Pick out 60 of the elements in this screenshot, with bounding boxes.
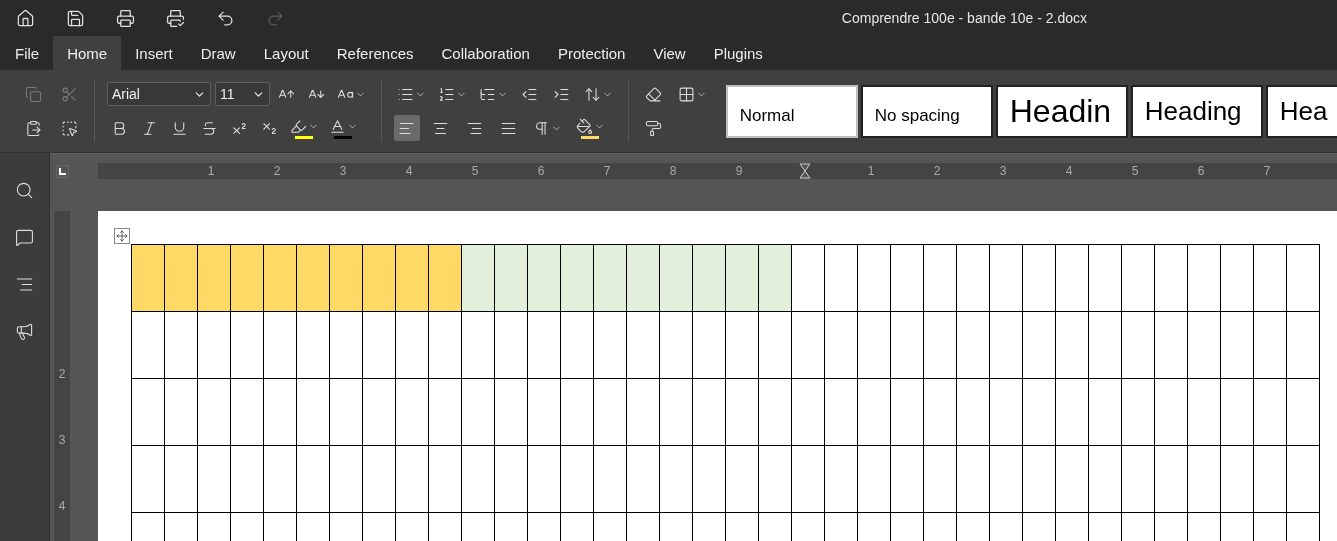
ruler-number: 4 xyxy=(404,163,414,179)
menu-tab[interactable]: Plugins xyxy=(699,36,777,70)
megaphone-icon xyxy=(15,321,34,341)
copy-icon xyxy=(24,85,42,103)
font-size-field[interactable]: 11 xyxy=(214,82,270,106)
paint-roller-icon xyxy=(645,119,663,137)
scissors-icon xyxy=(60,85,78,103)
ruler-number: 2 xyxy=(932,163,942,179)
menu-tab[interactable]: Collaboration xyxy=(427,36,544,70)
menu-tab[interactable]: Layout xyxy=(249,36,323,70)
window-title: Comprendre 100e - bande 10e - 2.docx xyxy=(841,10,1087,26)
font-color-icon xyxy=(328,117,346,135)
ruler-number: 7 xyxy=(1262,163,1272,179)
borders-icon xyxy=(677,85,695,103)
ruler-number: 3 xyxy=(998,163,1008,179)
tab-stop-icon xyxy=(59,168,66,175)
indent-marker-icon[interactable] xyxy=(797,163,813,179)
menu-tab[interactable]: Home xyxy=(53,36,122,70)
paint-bucket-icon xyxy=(575,117,593,135)
paste-icon xyxy=(24,119,42,137)
ruler-number: 5 xyxy=(470,163,480,179)
font-name-field[interactable]: Arial xyxy=(106,82,211,106)
style-preset[interactable]: Headin xyxy=(995,84,1128,138)
strikethrough-icon xyxy=(201,119,219,137)
ruler-number: 2 xyxy=(272,163,282,179)
ruler-number: 3 xyxy=(58,432,66,449)
ruler-number: 7 xyxy=(602,163,612,179)
comment-icon xyxy=(15,227,34,247)
move-icon xyxy=(116,230,128,242)
menu-tab[interactable]: File xyxy=(1,36,54,70)
ruler-number: 1 xyxy=(206,163,216,179)
style-preset[interactable]: Hea xyxy=(1265,84,1337,138)
highlighter-icon xyxy=(289,117,307,135)
ruler-number: 6 xyxy=(1196,163,1206,179)
menu-tab[interactable]: View xyxy=(639,36,700,70)
ruler-number: 1 xyxy=(866,163,876,179)
menu-tab[interactable]: Insert xyxy=(121,36,187,70)
ruler-number: 4 xyxy=(1064,163,1074,179)
select-icon xyxy=(60,119,78,137)
style-preset[interactable]: No spacing xyxy=(860,84,993,138)
ruler-number: 9 xyxy=(734,163,744,179)
ruler-number: 5 xyxy=(1130,163,1140,179)
menu-tab[interactable]: References xyxy=(322,36,428,70)
numbered-list-icon xyxy=(437,85,455,103)
tab-stop-button[interactable] xyxy=(56,165,69,178)
ruler-number: 4 xyxy=(58,498,66,515)
underline-icon xyxy=(171,119,189,137)
style-preset[interactable]: Heading xyxy=(1130,84,1263,138)
align-left-button[interactable] xyxy=(393,115,420,141)
eraser-icon xyxy=(645,85,663,103)
table-move-handle[interactable] xyxy=(114,228,130,244)
ruler-number: 2 xyxy=(58,366,66,383)
line-spacing-icon xyxy=(583,85,601,103)
ruler-number: 3 xyxy=(338,163,348,179)
search-icon xyxy=(15,180,34,200)
menu-tab[interactable]: Protection xyxy=(543,36,640,70)
ruler-number: 8 xyxy=(668,163,678,179)
menu-tab[interactable]: Draw xyxy=(186,36,250,70)
style-preset[interactable]: Normal xyxy=(725,84,858,138)
ruler-number: 6 xyxy=(536,163,546,179)
